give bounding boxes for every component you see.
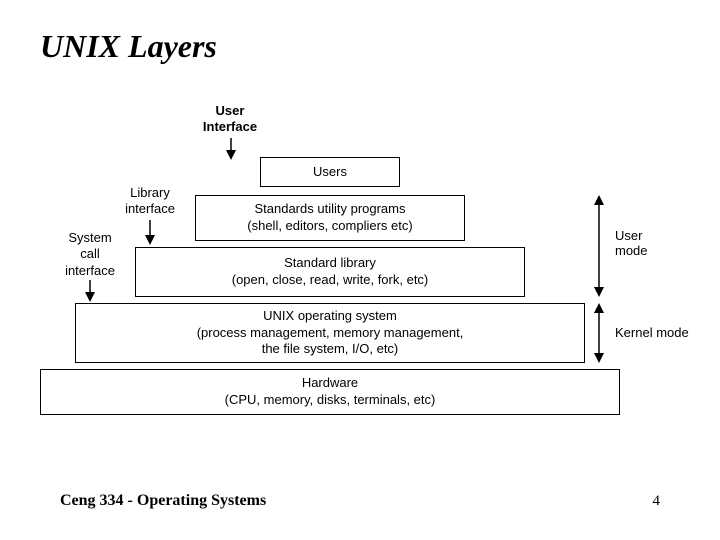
label-user-interface: User Interface	[190, 103, 270, 136]
layer-utility: Standards utility programs (shell, edito…	[195, 195, 465, 241]
arrow-library-interface	[144, 220, 156, 245]
label-system-call-line2: call	[80, 246, 100, 261]
label-library-interface-line2: interface	[125, 201, 175, 216]
label-system-call-line3: interface	[65, 263, 115, 278]
layer-os-line3: the file system, I/O, etc)	[262, 341, 399, 358]
layer-users-text: Users	[313, 164, 347, 181]
arrow-user-interface	[225, 138, 237, 160]
label-library-interface-line1: Library	[130, 185, 170, 200]
layer-users: Users	[260, 157, 400, 187]
label-system-call-line1: System	[68, 230, 111, 245]
layer-stdlib-line2: (open, close, read, write, fork, etc)	[232, 272, 429, 289]
layer-os: UNIX operating system (process managemen…	[75, 303, 585, 363]
layer-hardware-line2: (CPU, memory, disks, terminals, etc)	[225, 392, 436, 409]
page-title: UNIX Layers	[40, 28, 217, 65]
layer-hardware: Hardware (CPU, memory, disks, terminals,…	[40, 369, 620, 415]
footer-page-number: 4	[653, 493, 661, 510]
span-user-mode	[592, 195, 606, 297]
layer-os-line1: UNIX operating system	[263, 308, 397, 325]
label-user-interface-line1: User	[216, 103, 245, 118]
layer-stdlib-line1: Standard library	[284, 255, 376, 272]
label-kernel-mode: Kernel mode	[615, 325, 689, 340]
footer-course: Ceng 334 - Operating Systems	[60, 492, 266, 510]
layer-os-line2: (process management, memory management,	[197, 325, 464, 342]
label-user-mode-line1: User	[615, 228, 642, 243]
label-user-mode-line2: mode	[615, 243, 648, 258]
label-library-interface: Library interface	[115, 185, 185, 218]
layer-utility-line2: (shell, editors, compliers etc)	[247, 218, 412, 235]
span-kernel-mode	[592, 303, 606, 363]
layer-hardware-line1: Hardware	[302, 375, 358, 392]
label-user-interface-line2: Interface	[203, 119, 257, 134]
arrow-system-call-interface	[84, 280, 96, 302]
layer-utility-line1: Standards utility programs	[254, 201, 405, 218]
unix-layers-diagram: User Interface Library interface System …	[0, 90, 720, 470]
layer-stdlib: Standard library (open, close, read, wri…	[135, 247, 525, 297]
label-system-call-interface: System call interface	[55, 230, 125, 279]
label-user-mode: User mode	[615, 228, 648, 258]
